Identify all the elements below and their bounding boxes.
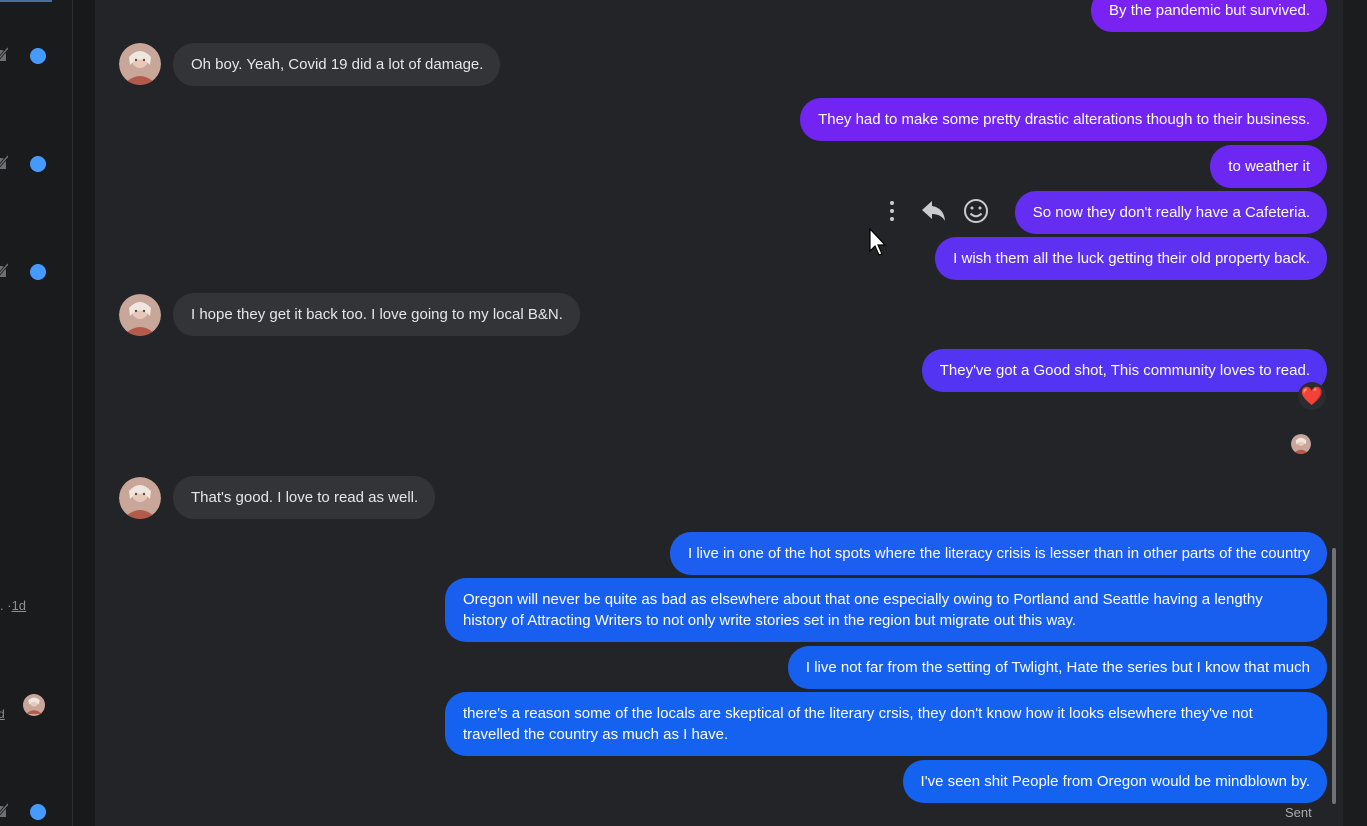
panel-edge	[1343, 0, 1367, 826]
seen-by-avatar	[1291, 434, 1311, 454]
conversation-list: . ·1d d	[0, 0, 73, 826]
heart-reaction[interactable]: ❤️	[1298, 382, 1326, 410]
muted-bell-icon	[0, 803, 8, 817]
unread-dot	[30, 264, 46, 280]
message-outgoing[interactable]: there's a reason some of the locals are …	[445, 692, 1327, 756]
mouse-cursor-icon	[869, 228, 887, 256]
contact-avatar[interactable]	[119, 477, 161, 519]
unread-dot	[30, 804, 46, 820]
muted-bell-icon	[0, 155, 8, 169]
message-outgoing[interactable]: I've seen shit People from Oregon would …	[902, 760, 1327, 803]
delivery-status: Sent	[1285, 805, 1312, 820]
unread-dot	[30, 156, 46, 172]
unread-dot	[30, 48, 46, 64]
message-outgoing[interactable]: By the pandemic but survived.	[1091, 0, 1327, 32]
message-outgoing[interactable]: I wish them all the luck getting their o…	[935, 237, 1327, 280]
muted-bell-icon	[0, 263, 8, 277]
message-incoming[interactable]: Oh boy. Yeah, Covid 19 did a lot of dama…	[173, 43, 501, 86]
reply-icon[interactable]	[920, 196, 948, 226]
conversation-row[interactable]	[0, 153, 72, 177]
conversation-snippet[interactable]: d	[0, 707, 5, 721]
react-icon[interactable]	[962, 196, 990, 226]
muted-bell-icon	[0, 47, 8, 61]
message-outgoing[interactable]: So now they don't really have a Cafeteri…	[1014, 191, 1327, 234]
message-outgoing[interactable]: They had to make some pretty drastic alt…	[800, 98, 1327, 141]
message-incoming[interactable]: That's good. I love to read as well.	[173, 476, 436, 519]
message-outgoing[interactable]: to weather it	[1210, 145, 1327, 188]
message-outgoing[interactable]: Oregon will never be quite as bad as els…	[445, 578, 1327, 642]
conversation-row[interactable]	[0, 801, 72, 825]
message-outgoing[interactable]: I live not far from the setting of Twlig…	[787, 646, 1327, 689]
conversation-row[interactable]	[0, 45, 72, 69]
message-outgoing[interactable]: They've got a Good shot, This community …	[921, 349, 1327, 392]
more-options-icon[interactable]	[880, 196, 908, 226]
timestamp-separator: . ·	[0, 598, 12, 613]
panel-divider	[73, 0, 95, 826]
contact-avatar[interactable]	[119, 43, 161, 85]
read-receipt-avatar	[23, 694, 45, 716]
thread-scrollbar[interactable]	[1332, 548, 1336, 804]
message-incoming[interactable]: I hope they get it back too. I love goin…	[173, 293, 580, 336]
timestamp-value[interactable]: 1d	[12, 598, 26, 613]
contact-avatar[interactable]	[119, 294, 161, 336]
conversation-row[interactable]	[0, 261, 72, 285]
conversation-timestamp: . ·1d	[0, 598, 26, 613]
message-outgoing[interactable]: I live in one of the hot spots where the…	[670, 532, 1327, 575]
selected-indicator	[0, 0, 52, 2]
